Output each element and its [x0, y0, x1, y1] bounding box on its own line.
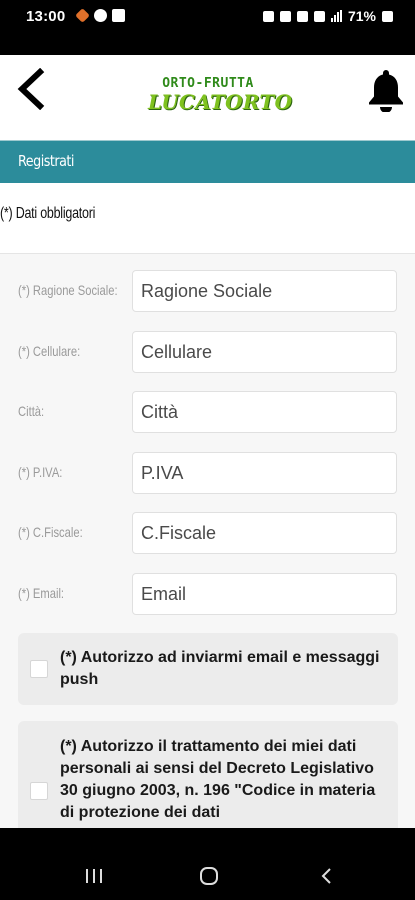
cellulare-label: (*) Cellulare:: [18, 343, 81, 359]
citta-label: Città:: [18, 403, 45, 419]
consent-privacy: (*) Autorizzo il trattamento dei miei da…: [18, 721, 398, 828]
consent-marketing: (*) Autorizzo ad inviarmi email e messag…: [18, 633, 398, 705]
recents-button[interactable]: [74, 862, 114, 890]
consent-marketing-checkbox[interactable]: [30, 660, 48, 678]
email-row: (*) Email:: [0, 573, 415, 617]
alarm-icon: [262, 10, 274, 22]
email-label: (*) Email:: [18, 585, 65, 601]
email-field[interactable]: [132, 573, 397, 615]
battery-icon: [382, 10, 393, 22]
wifi-icon: [313, 10, 325, 22]
required-fields-note: (*) Dati obbligatori: [0, 205, 96, 222]
globe-icon: [94, 9, 107, 22]
consent-privacy-text: (*) Autorizzo il trattamento dei miei da…: [60, 738, 376, 821]
image-icon: [112, 9, 125, 22]
battery-percent: 71%: [347, 8, 376, 24]
piva-row: (*) P.IVA:: [0, 452, 415, 496]
system-nav-bar: [0, 828, 415, 900]
app-header: ORTO-FRUTTA LUCATORTO: [0, 55, 415, 140]
section-header: Registrati: [0, 140, 415, 183]
consent-privacy-checkbox[interactable]: [30, 782, 48, 800]
cellulare-input[interactable]: [132, 331, 397, 373]
heart-app-icon: [75, 8, 90, 23]
system-back-button[interactable]: [306, 862, 346, 890]
ragione-sociale-row: (*) Ragione Sociale:: [0, 270, 415, 314]
codice-fiscale-row: (*) C.Fiscale:: [0, 512, 415, 556]
ragione-sociale-input[interactable]: [132, 270, 397, 312]
home-button[interactable]: [189, 862, 229, 890]
piva-label: (*) P.IVA:: [18, 464, 63, 480]
citta-row: Città:: [0, 391, 415, 435]
notification-icons: [75, 8, 125, 23]
back-icon: [321, 868, 331, 884]
section-title: Registrati: [18, 152, 74, 170]
ragione-sociale-label: (*) Ragione Sociale:: [18, 282, 118, 298]
notifications-button[interactable]: [365, 67, 407, 113]
citta-input[interactable]: [132, 391, 397, 433]
chevron-left-icon: [17, 68, 45, 110]
status-bar: 13:00 71%: [0, 0, 415, 34]
cellulare-row: (*) Cellulare:: [0, 331, 415, 375]
home-icon: [200, 867, 218, 885]
recents-icon: [86, 869, 102, 883]
piva-input[interactable]: [132, 452, 397, 494]
consent-marketing-text: (*) Autorizzo ad inviarmi email e messag…: [60, 649, 380, 688]
bell-icon: [369, 70, 403, 112]
system-icons: 71%: [262, 8, 393, 24]
registration-form: (*) Ragione Sociale: (*) Cellulare: Citt…: [0, 253, 415, 828]
bluetooth-icon: [279, 10, 291, 22]
codice-fiscale-label: (*) C.Fiscale:: [18, 524, 83, 540]
logo-subtitle: ORTO-FRUTTA: [162, 76, 254, 91]
signal-icon: [330, 10, 342, 22]
registration-content: (*) Dati obbligatori (*) Ragione Sociale…: [0, 183, 415, 828]
logo-title: LUCATORTO: [148, 90, 293, 114]
codice-fiscale-input[interactable]: [132, 512, 397, 554]
app-logo: ORTO-FRUTTA LUCATORTO: [148, 76, 293, 117]
status-time: 13:00: [26, 8, 66, 25]
back-button[interactable]: [8, 65, 52, 113]
mute-icon: [296, 10, 308, 22]
